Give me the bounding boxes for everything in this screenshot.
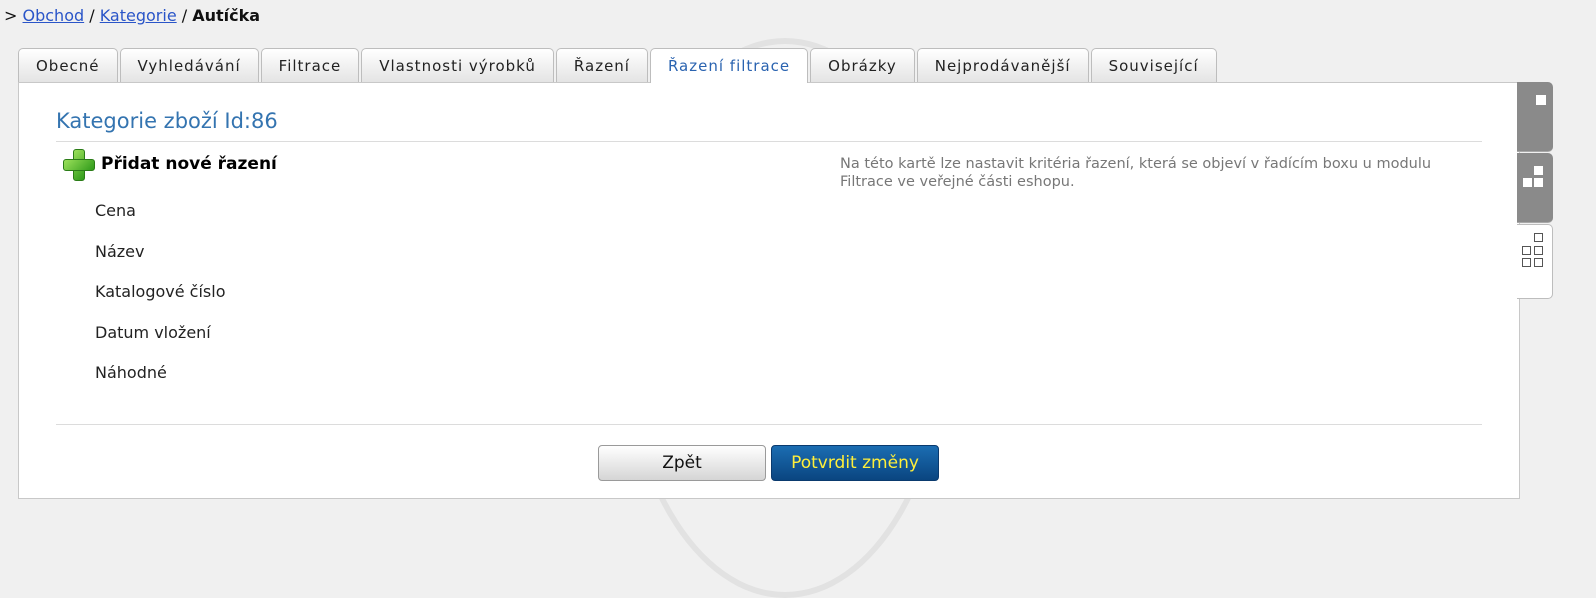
tab-filtrace[interactable]: Filtrace — [260, 48, 360, 82]
tab-vyhledavani[interactable]: Vyhledávání — [119, 48, 259, 82]
breadcrumb-prefix: > — [4, 6, 18, 25]
breadcrumb-current: Autíčka — [192, 6, 261, 25]
breadcrumb-link-obchod[interactable]: Obchod — [23, 6, 85, 25]
help-text: Na této kartě lze nastavit kritéria řaze… — [840, 156, 1432, 190]
tab-obecne[interactable]: Obecné — [18, 48, 118, 82]
plus-icon — [61, 147, 95, 181]
sort-item-nazev[interactable]: Název — [95, 242, 225, 283]
sort-list: Cena Název Katalogové číslo Datum vložen… — [95, 201, 225, 404]
side-tab-bar — [1517, 82, 1553, 300]
page-title: Kategorie zboží Id:86 — [56, 109, 278, 133]
tab-bar: Obecné Vyhledávání Filtrace Vlastnosti v… — [18, 48, 1217, 83]
divider — [56, 424, 1482, 425]
tab-razeni[interactable]: Řazení — [555, 48, 648, 82]
tab-souvisejici[interactable]: Související — [1090, 48, 1217, 82]
divider — [56, 141, 1482, 142]
breadcrumb-separator: / — [181, 6, 188, 25]
sort-item-katalogove-cislo[interactable]: Katalogové číslo — [95, 282, 225, 323]
tab-nejprodavanejsi[interactable]: Nejprodávanější — [916, 48, 1089, 82]
back-button[interactable]: Zpět — [598, 445, 766, 481]
sort-item-datum-vlozeni[interactable]: Datum vložení — [95, 323, 225, 364]
side-tab-single[interactable] — [1517, 82, 1553, 152]
side-tab-grid[interactable] — [1517, 224, 1553, 299]
breadcrumb-separator: / — [89, 6, 95, 25]
breadcrumb: > Obchod / Kategorie / Autíčka — [4, 6, 260, 25]
content-panel: Kategorie zboží Id:86 Přidat nové řazení… — [18, 82, 1520, 499]
tab-obrazky[interactable]: Obrázky — [810, 48, 915, 82]
tab-razeni-filtrace[interactable]: Řazení filtrace — [649, 48, 809, 83]
add-sort-label: Přidat nové řazení — [101, 154, 277, 174]
submit-button[interactable]: Potvrdit změny — [771, 445, 939, 481]
side-tab-three[interactable] — [1517, 153, 1553, 223]
add-sort-button[interactable]: Přidat nové řazení — [61, 147, 277, 181]
breadcrumb-link-kategorie[interactable]: Kategorie — [100, 6, 177, 25]
tab-vlastnosti-vyrobku[interactable]: Vlastnosti výrobků — [361, 48, 554, 82]
sort-item-cena[interactable]: Cena — [95, 201, 225, 242]
sort-item-nahodne[interactable]: Náhodné — [95, 363, 225, 404]
